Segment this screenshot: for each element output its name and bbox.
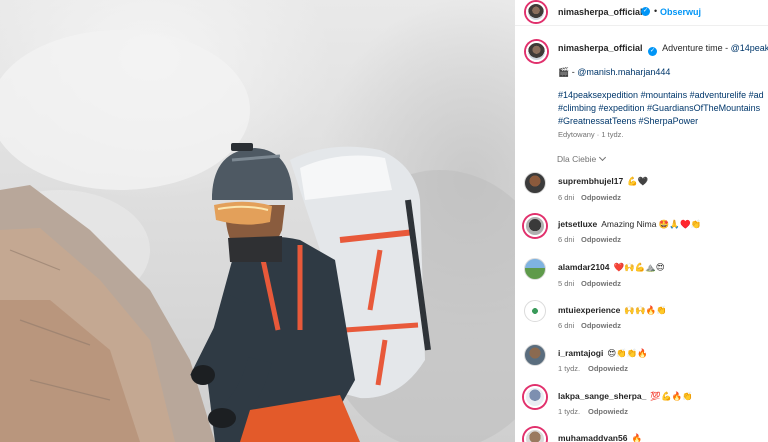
comment-text: Amazing Nima 🤩🙏♥️👏: [601, 219, 702, 229]
caption-mention-2[interactable]: @manish.maharjan444: [577, 67, 670, 77]
commenter-avatar[interactable]: [524, 344, 546, 366]
comment-time: 6 dni: [558, 235, 575, 244]
comment-text: 💯💪🔥👏: [650, 391, 693, 401]
verified-badge-icon: ✓: [641, 7, 650, 16]
commenter-avatar[interactable]: [524, 300, 546, 322]
commenter-avatar[interactable]: [524, 215, 546, 237]
comment-text: 💪🖤: [627, 176, 649, 186]
caption-avatar[interactable]: [526, 41, 547, 62]
author-username[interactable]: nimasherpa_official: [558, 7, 643, 17]
commenter-username[interactable]: i_ramtajogi 😍👏👏🔥: [558, 348, 648, 359]
author-avatar[interactable]: [526, 2, 546, 22]
comment-text: 🙌🙌🔥👏: [624, 305, 667, 315]
reply-button[interactable]: Odpowiedz: [581, 321, 621, 330]
climber-image: [0, 30, 515, 442]
reply-button[interactable]: Odpowiedz: [588, 364, 628, 373]
comment-time: 1 tydz.: [558, 364, 581, 373]
reply-button[interactable]: Odpowiedz: [588, 407, 628, 416]
comment-sort-dropdown[interactable]: Dla Ciebie: [557, 153, 607, 164]
reply-button[interactable]: Odpowiedz: [581, 279, 621, 288]
commenter-username[interactable]: alamdar2104 ❤️🙌💪⛰️😍: [558, 262, 665, 273]
comment-text: 🔥: [631, 433, 643, 442]
caption-second-line: 🎬 - @manish.maharjan444: [558, 67, 670, 78]
reply-button[interactable]: Odpowiedz: [581, 235, 621, 244]
commenter-avatar[interactable]: [524, 172, 546, 194]
comment-time: 5 dni: [558, 279, 575, 288]
caption-username[interactable]: nimasherpa_official: [558, 43, 643, 53]
caption-first-line: nimasherpa_official ✓ Adventure time - @…: [558, 43, 768, 56]
commenter-avatar[interactable]: [524, 386, 546, 408]
sort-label: Dla Ciebie: [557, 154, 597, 164]
caption-mention-1[interactable]: @14peakse: [731, 43, 768, 53]
separator: •: [654, 6, 658, 16]
comment-time: 6 dni: [558, 193, 575, 202]
commenter-username[interactable]: muhamaddvan56 🔥: [558, 433, 642, 442]
commenter-avatar[interactable]: [524, 258, 546, 280]
post-side-panel: nimasherpa_official ✓ • Obserwuj nimashe…: [515, 0, 768, 442]
chevron-down-icon: [599, 153, 607, 162]
post-header: nimasherpa_official ✓ • Obserwuj: [515, 0, 768, 26]
verified-badge-icon: ✓: [648, 47, 658, 56]
comment-time: 6 dni: [558, 321, 575, 330]
comment-text: ❤️🙌💪⛰️😍: [613, 262, 665, 272]
caption-meta: Edytowany · 1 tydz.: [558, 130, 623, 139]
edited-separator: ·: [596, 130, 600, 139]
caption-hashtags[interactable]: #14peaksexpedition #mountains #adventure…: [558, 89, 768, 128]
commenter-username[interactable]: lakpa_sange_sherpa_ 💯💪🔥👏: [558, 391, 693, 402]
commenter-username[interactable]: jetsetluxe Amazing Nima 🤩🙏♥️👏: [558, 219, 701, 230]
edited-label: Edytowany: [558, 130, 595, 139]
comment-time: 1 tydz.: [558, 407, 581, 416]
post-photo[interactable]: [0, 0, 515, 442]
reply-button[interactable]: Odpowiedz: [581, 193, 621, 202]
commenter-avatar[interactable]: [524, 428, 546, 442]
commenter-username[interactable]: suprembhujel17 💪🖤: [558, 176, 648, 187]
commenter-username[interactable]: mtuiexperience 🙌🙌🔥👏: [558, 305, 667, 316]
follow-button[interactable]: Obserwuj: [660, 7, 701, 17]
comment-text: 😍👏👏🔥: [607, 348, 648, 358]
edited-time: 1 tydz.: [601, 130, 624, 139]
caption-text: Adventure time -: [662, 43, 731, 53]
camera-emoji: 🎬: [558, 67, 570, 77]
